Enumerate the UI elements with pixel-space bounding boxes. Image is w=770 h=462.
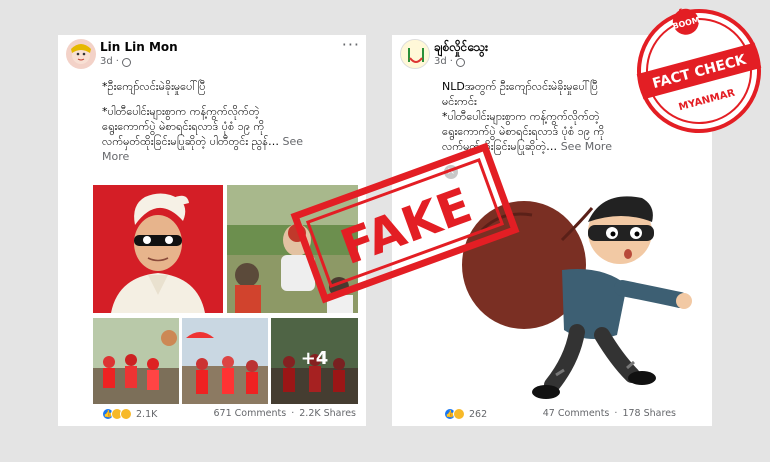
comments-count[interactable]: 47 Comments — [543, 408, 610, 419]
post-footer: 👍 2.1K 671 Comments · 2.2K Shares — [58, 404, 366, 426]
post-photo-more[interactable]: +4 — [271, 318, 358, 404]
post-text-line: *ဦးကျော်လင်းမဲခိုးမှုပေါ်ပြီ — [102, 80, 206, 93]
post-text-line: *ပါတီပေါင်းများစွာက ကန့်ကွက်လိုက်တဲ့ — [102, 105, 260, 118]
post-photo-portrait[interactable] — [93, 185, 223, 313]
post-time[interactable]: 3d — [434, 55, 447, 69]
post-text-line: လက်မှတ်ထိုးခြင်းမပြုဆိုတဲ့ ပါတီတွင်း ညွန… — [102, 135, 279, 148]
shares-count[interactable]: 2.2K Shares — [299, 408, 356, 419]
post-meta: 3d · — [100, 55, 356, 69]
post-stats: 671 Comments · 2.2K Shares — [213, 408, 356, 419]
see-more-link-cont[interactable]: More — [102, 149, 358, 164]
reactions-summary[interactable]: 👍 2.1K — [102, 408, 157, 420]
see-more-link[interactable]: See — [283, 135, 304, 148]
globe-icon — [455, 57, 465, 67]
see-more-link[interactable]: See More — [561, 140, 612, 153]
post-time[interactable]: 3d — [100, 55, 113, 69]
comments-count[interactable]: 671 Comments — [214, 408, 287, 419]
wow-reaction-icon — [120, 408, 132, 420]
more-options-icon[interactable]: ··· — [342, 35, 360, 54]
post-photo-group-1[interactable] — [93, 318, 179, 404]
post-text-line: ရွေးကောက်ပွဲ မဲစာရင်းရလာဒ် ပုံစံ ၁၉ ကို — [102, 120, 265, 133]
haha-reaction-icon — [453, 408, 465, 420]
more-photos-count: +4 — [300, 348, 329, 369]
author-name[interactable]: Lin Lin Mon — [100, 39, 356, 55]
post-photo-group-2[interactable] — [182, 318, 268, 404]
post-footer: 👍 262 47 Comments · 178 Shares — [392, 404, 712, 426]
post-header: Lin Lin Mon 3d · — [100, 39, 356, 73]
avatar[interactable] — [66, 39, 96, 69]
post-text: *ဦးကျော်လင်းမဲခိုးမှုပေါ်ပြီ *ပါတီပေါင်း… — [102, 79, 358, 164]
post-stats: 47 Comments · 178 Shares — [542, 408, 676, 419]
reaction-count: 2.1K — [136, 408, 158, 420]
globe-icon — [121, 57, 131, 67]
avatar[interactable] — [400, 39, 430, 69]
shares-count[interactable]: 178 Shares — [622, 408, 676, 419]
reactions-summary[interactable]: 👍 262 — [444, 408, 487, 420]
reaction-count: 262 — [469, 408, 488, 420]
